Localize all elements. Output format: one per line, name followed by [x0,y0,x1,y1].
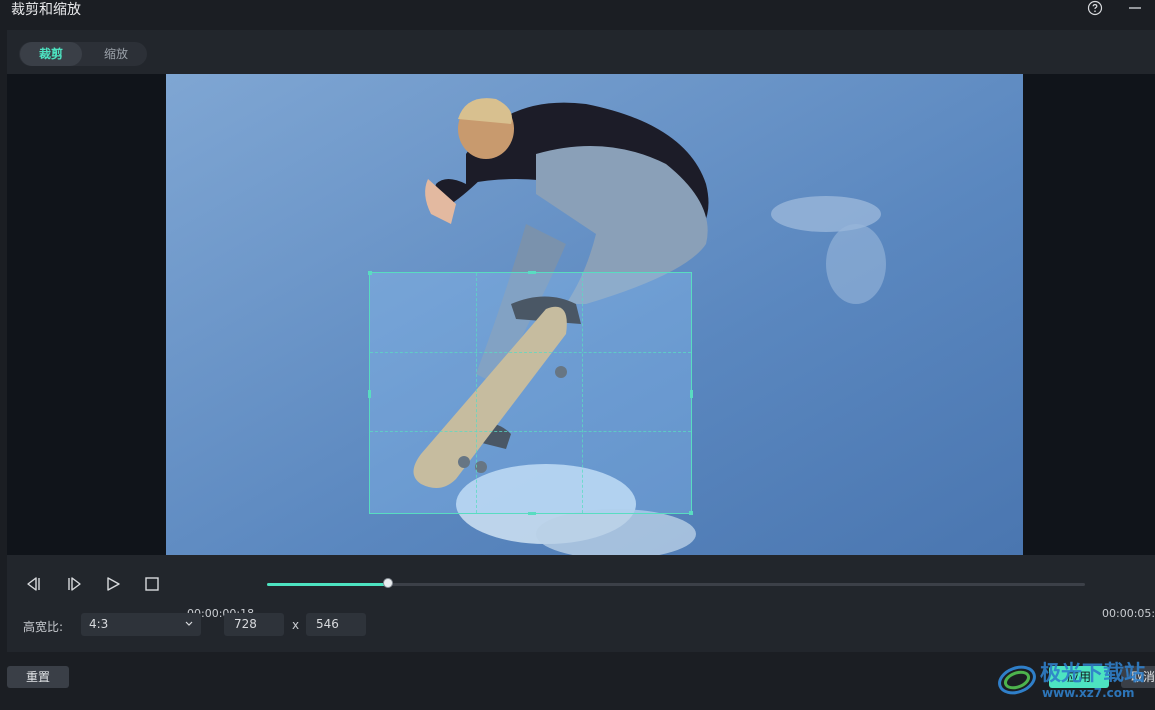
crop-zoom-panel: 裁剪 缩放 00:00:00:18 00:00:05: 高宽比: 4:3 728… [7,30,1155,652]
title-bar: 裁剪和缩放 [0,0,1155,30]
width-field[interactable]: 728 [224,613,284,636]
crop-handle-corner[interactable] [689,511,693,515]
crop-handle-bottom[interactable] [528,512,536,515]
crop-grid-line [475,273,477,513]
prev-frame-icon[interactable] [25,575,43,593]
watermark-text: 极光下载站 [1040,661,1145,685]
crop-handle-corner[interactable] [368,271,372,275]
video-preview [7,74,1155,555]
crop-handle-top[interactable] [528,271,536,274]
preview-image [166,74,1023,555]
tab-zoom[interactable]: 缩放 [85,42,147,66]
aspect-ratio-value: 4:3 [89,617,109,631]
watermark: 极光下载站 www.xz7.com [996,657,1155,703]
crop-grid-line [370,352,691,354]
play-icon[interactable] [104,575,122,593]
stop-icon[interactable] [143,575,161,593]
reset-button[interactable]: 重置 [7,666,69,688]
next-frame-icon[interactable] [65,575,83,593]
crop-rectangle[interactable] [368,271,693,515]
height-field[interactable]: 546 [306,613,366,636]
crop-handle-left[interactable] [368,390,371,398]
total-time: 00:00:05:0 [1102,607,1155,620]
tab-group: 裁剪 缩放 [19,42,147,66]
timeline-slider[interactable] [267,578,1085,588]
crop-grid-line [581,273,583,513]
watermark-url: www.xz7.com [1042,686,1135,700]
dimension-separator: x [292,618,300,632]
timeline-thumb[interactable] [383,578,394,588]
timeline-progress [267,583,389,586]
player-controls: 00:00:00:18 00:00:05:0 高宽比: 4:3 728 x 54… [7,555,1155,652]
minimize-icon[interactable] [1128,0,1142,16]
crop-grid-line [370,431,691,433]
tab-crop[interactable]: 裁剪 [20,42,82,66]
help-circle-icon[interactable] [1087,0,1103,16]
aspect-ratio-select[interactable]: 4:3 [81,613,201,636]
aspect-ratio-label: 高宽比: [23,620,64,634]
watermark-logo-icon [998,665,1036,695]
window-title: 裁剪和缩放 [11,2,81,18]
crop-handle-right[interactable] [690,390,693,398]
chevron-down-icon [185,621,193,626]
